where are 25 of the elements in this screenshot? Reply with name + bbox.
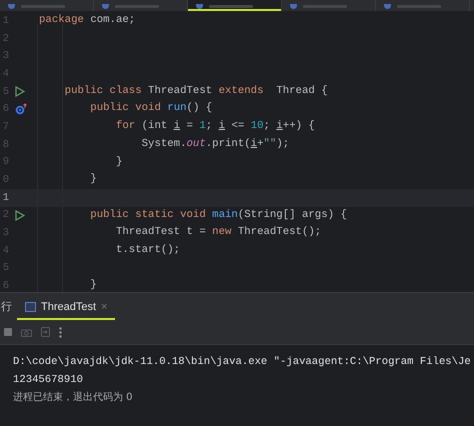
code-line: public class ThreadTest extends Thread { (64, 84, 328, 99)
code-line: package com.ae; (39, 13, 136, 28)
run-tab[interactable]: ThreadTest × (17, 293, 116, 320)
code-line: ThreadTest t = new ThreadTest(); (114, 225, 322, 240)
code-line: public void run() { (89, 101, 212, 116)
override-icon[interactable] (15, 103, 27, 116)
panel-title: 行 (1, 299, 13, 314)
console-line: 12345678910 (13, 373, 84, 388)
code-line: } (89, 278, 97, 292)
code-line: } (114, 154, 122, 170)
line-number: 1 (2, 192, 9, 204)
code-line: for (int i = 1; i <= 10; i++) { (114, 119, 315, 134)
code-line: t.start(); (114, 242, 180, 258)
code-line: public static void main(String[] args) { (89, 208, 347, 223)
code-line: System.out.print(i+""); (140, 136, 290, 152)
run-icon[interactable] (15, 86, 25, 98)
run-icon[interactable] (15, 210, 25, 221)
editor-tab[interactable] (188, 0, 282, 11)
camera-icon[interactable] (21, 328, 32, 336)
console-line: 进程已结束，退出代码为 0 (13, 390, 134, 405)
more-icon[interactable] (59, 326, 62, 338)
code-line: } (89, 172, 97, 188)
console-icon (25, 302, 36, 312)
import-icon[interactable] (41, 327, 50, 337)
console-line: D:\code\javajdk\jdk-11.0.18\bin\java.exe "-javaagent:C:\Program Files\Je (13, 355, 472, 370)
